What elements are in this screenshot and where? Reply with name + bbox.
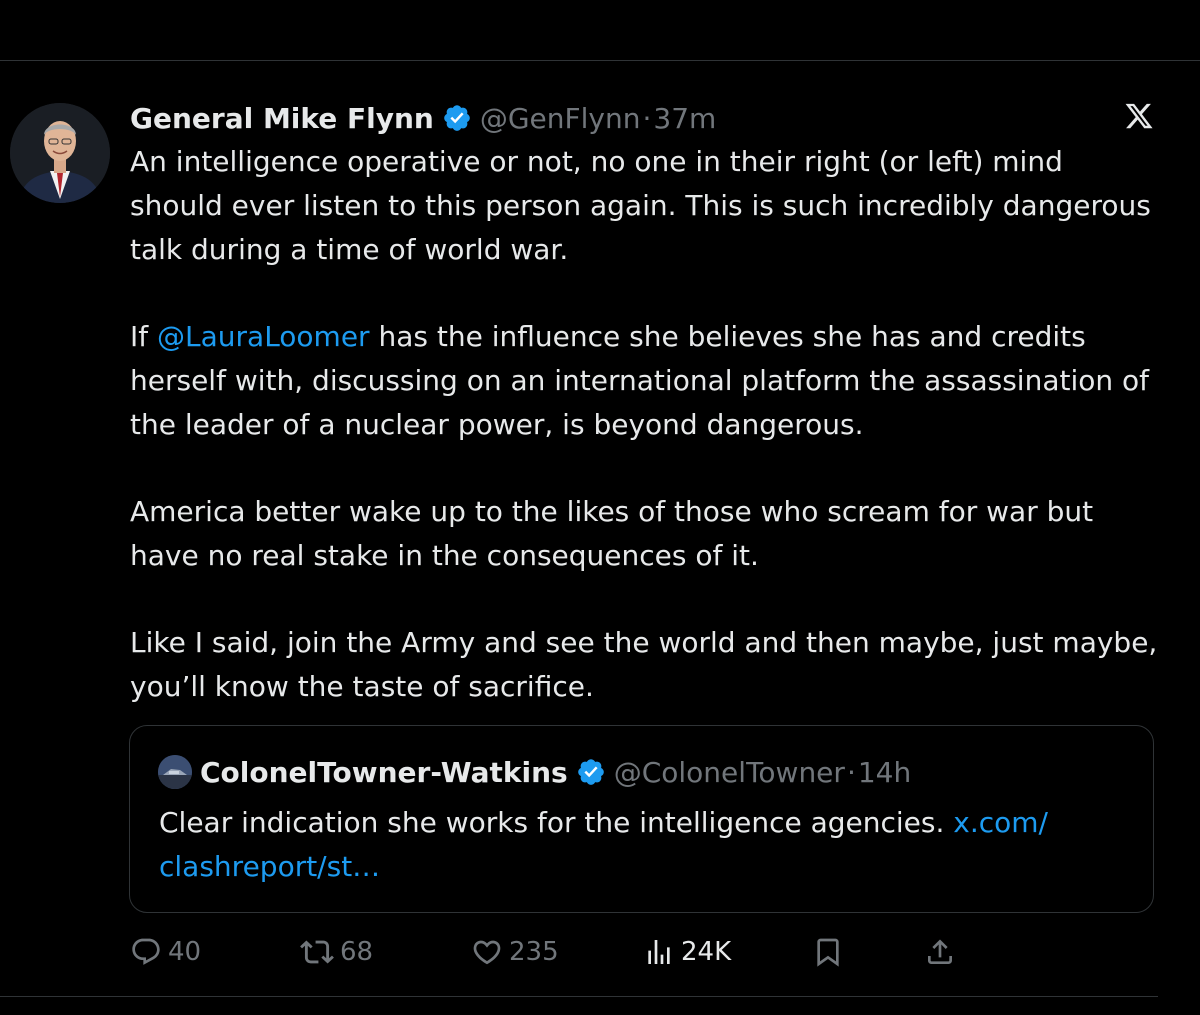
author-handle[interactable]: @GenFlynn (480, 102, 641, 135)
author-display-name[interactable]: General Mike Flynn (130, 102, 434, 135)
tweet-header: General Mike Flynn @GenFlynn · 37m (130, 98, 716, 138)
quoted-text: Clear indication she works for the intel… (159, 806, 954, 839)
bookmark-icon (817, 938, 839, 967)
views-button[interactable]: 24K (643, 930, 731, 974)
views-icon (648, 940, 670, 964)
verified-badge-icon (442, 103, 472, 133)
reply-icon (132, 938, 160, 965)
quoted-tweet-card[interactable]: ColonelTowner-Watkins @ColonelTowner · 1… (129, 725, 1154, 913)
like-count: 235 (509, 937, 559, 967)
tweet-paragraph-3: America better wake up to the likes of t… (130, 495, 1094, 572)
views-count: 24K (681, 937, 732, 967)
bottom-divider (0, 996, 1158, 997)
tweet-text: An intelligence operative or not, no one… (130, 140, 1160, 709)
bookmark-button[interactable] (812, 930, 844, 974)
quoted-verified-badge-icon (576, 757, 606, 787)
tweet-paragraph-4: Like I said, join the Army and see the w… (130, 626, 1158, 703)
header-separator: · (642, 101, 652, 135)
quoted-author-display-name: ColonelTowner-Watkins (200, 755, 568, 789)
post-time[interactable]: 37m (653, 102, 716, 135)
like-button[interactable]: 235 (471, 930, 559, 974)
share-icon (928, 939, 952, 964)
repost-button[interactable]: 68 (300, 930, 373, 974)
like-icon (473, 940, 501, 965)
reply-count: 40 (168, 937, 202, 967)
quoted-tweet-header: ColonelTowner-Watkins @ColonelTowner · 1… (158, 754, 911, 790)
quoted-header-separator: · (846, 755, 856, 789)
mention-link[interactable]: @LauraLoomer (157, 320, 370, 353)
quoted-author-handle: @ColonelTowner (613, 755, 845, 789)
top-divider (0, 60, 1200, 61)
repost-count: 68 (340, 937, 374, 967)
paragraph-2-prefix: If (130, 320, 158, 353)
author-avatar[interactable] (10, 103, 110, 203)
x-logo-icon (1124, 101, 1154, 131)
tweet-paragraph-1: An intelligence operative or not, no one… (130, 145, 1151, 266)
quoted-author-avatar (158, 755, 192, 789)
share-button[interactable] (924, 930, 956, 974)
quoted-post-time: 14h (857, 755, 912, 789)
action-bar: 40 68 235 24K (0, 930, 1200, 974)
repost-icon (300, 940, 334, 964)
quoted-tweet-text: Clear indication she works for the intel… (159, 801, 1119, 889)
reply-button[interactable]: 40 (130, 930, 201, 974)
tweet-paragraph-2: If @LauraLoomer has the influence she be… (130, 315, 1160, 447)
